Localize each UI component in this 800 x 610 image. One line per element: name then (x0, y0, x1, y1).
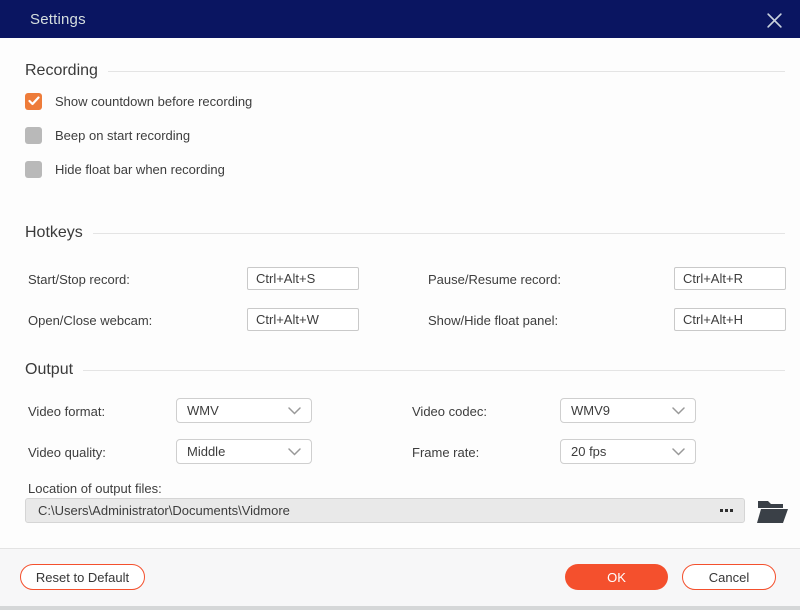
output-path-bar: C:\Users\Administrator\Documents\Vidmore (25, 498, 745, 523)
divider (83, 370, 785, 371)
open-folder-icon[interactable] (757, 499, 789, 524)
video-format-label: Video format: (28, 404, 105, 419)
video-quality-label: Video quality: (28, 445, 106, 460)
start-stop-record-input[interactable] (247, 267, 359, 290)
countdown-checkbox[interactable] (25, 93, 42, 110)
titlebar: Settings (0, 0, 800, 38)
chevron-down-icon (288, 407, 301, 415)
chevron-down-icon (288, 448, 301, 456)
divider (93, 233, 785, 234)
close-icon[interactable] (762, 8, 786, 32)
frame-rate-value: 20 fps (571, 444, 606, 459)
video-codec-label: Video codec: (412, 404, 487, 419)
ellipsis-icon[interactable] (710, 500, 742, 521)
window-bottom-edge (0, 606, 800, 610)
checkmark-icon (28, 96, 40, 106)
chevron-down-icon (672, 407, 685, 415)
divider (108, 71, 785, 72)
checkbox-row-countdown[interactable]: Show countdown before recording (25, 92, 252, 110)
video-codec-dropdown[interactable]: WMV9 (560, 398, 696, 423)
start-stop-record-label: Start/Stop record: (28, 272, 130, 287)
floatbar-checkbox-label: Hide float bar when recording (55, 162, 225, 177)
video-codec-value: WMV9 (571, 403, 610, 418)
video-format-dropdown[interactable]: WMV (176, 398, 312, 423)
frame-rate-label: Frame rate: (412, 445, 479, 460)
show-hide-float-panel-input[interactable] (674, 308, 786, 331)
floatbar-checkbox[interactable] (25, 161, 42, 178)
output-section-header: Output (25, 361, 785, 379)
cancel-button[interactable]: Cancel (682, 564, 776, 590)
video-quality-value: Middle (187, 444, 225, 459)
video-quality-dropdown[interactable]: Middle (176, 439, 312, 464)
checkbox-row-floatbar[interactable]: Hide float bar when recording (25, 160, 225, 178)
beep-checkbox[interactable] (25, 127, 42, 144)
recording-section-title: Recording (25, 62, 98, 80)
hotkeys-section-title: Hotkeys (25, 224, 83, 242)
countdown-checkbox-label: Show countdown before recording (55, 94, 252, 109)
output-path-value: C:\Users\Administrator\Documents\Vidmore (38, 503, 710, 518)
hotkeys-section-header: Hotkeys (25, 224, 785, 242)
open-close-webcam-input[interactable] (247, 308, 359, 331)
settings-dialog: Settings Recording Show countdown before… (0, 0, 800, 610)
recording-section-header: Recording (25, 62, 785, 80)
dialog-title: Settings (30, 11, 86, 28)
open-close-webcam-label: Open/Close webcam: (28, 313, 152, 328)
pause-resume-record-input[interactable] (674, 267, 786, 290)
show-hide-float-panel-label: Show/Hide float panel: (428, 313, 558, 328)
pause-resume-record-label: Pause/Resume record: (428, 272, 561, 287)
location-of-output-files-label: Location of output files: (28, 481, 162, 496)
frame-rate-dropdown[interactable]: 20 fps (560, 439, 696, 464)
ok-button[interactable]: OK (565, 564, 668, 590)
reset-to-default-button[interactable]: Reset to Default (20, 564, 145, 590)
video-format-value: WMV (187, 403, 219, 418)
beep-checkbox-label: Beep on start recording (55, 128, 190, 143)
footer-bar: Reset to Default OK Cancel (0, 548, 800, 610)
chevron-down-icon (672, 448, 685, 456)
output-section-title: Output (25, 361, 73, 379)
checkbox-row-beep[interactable]: Beep on start recording (25, 126, 190, 144)
